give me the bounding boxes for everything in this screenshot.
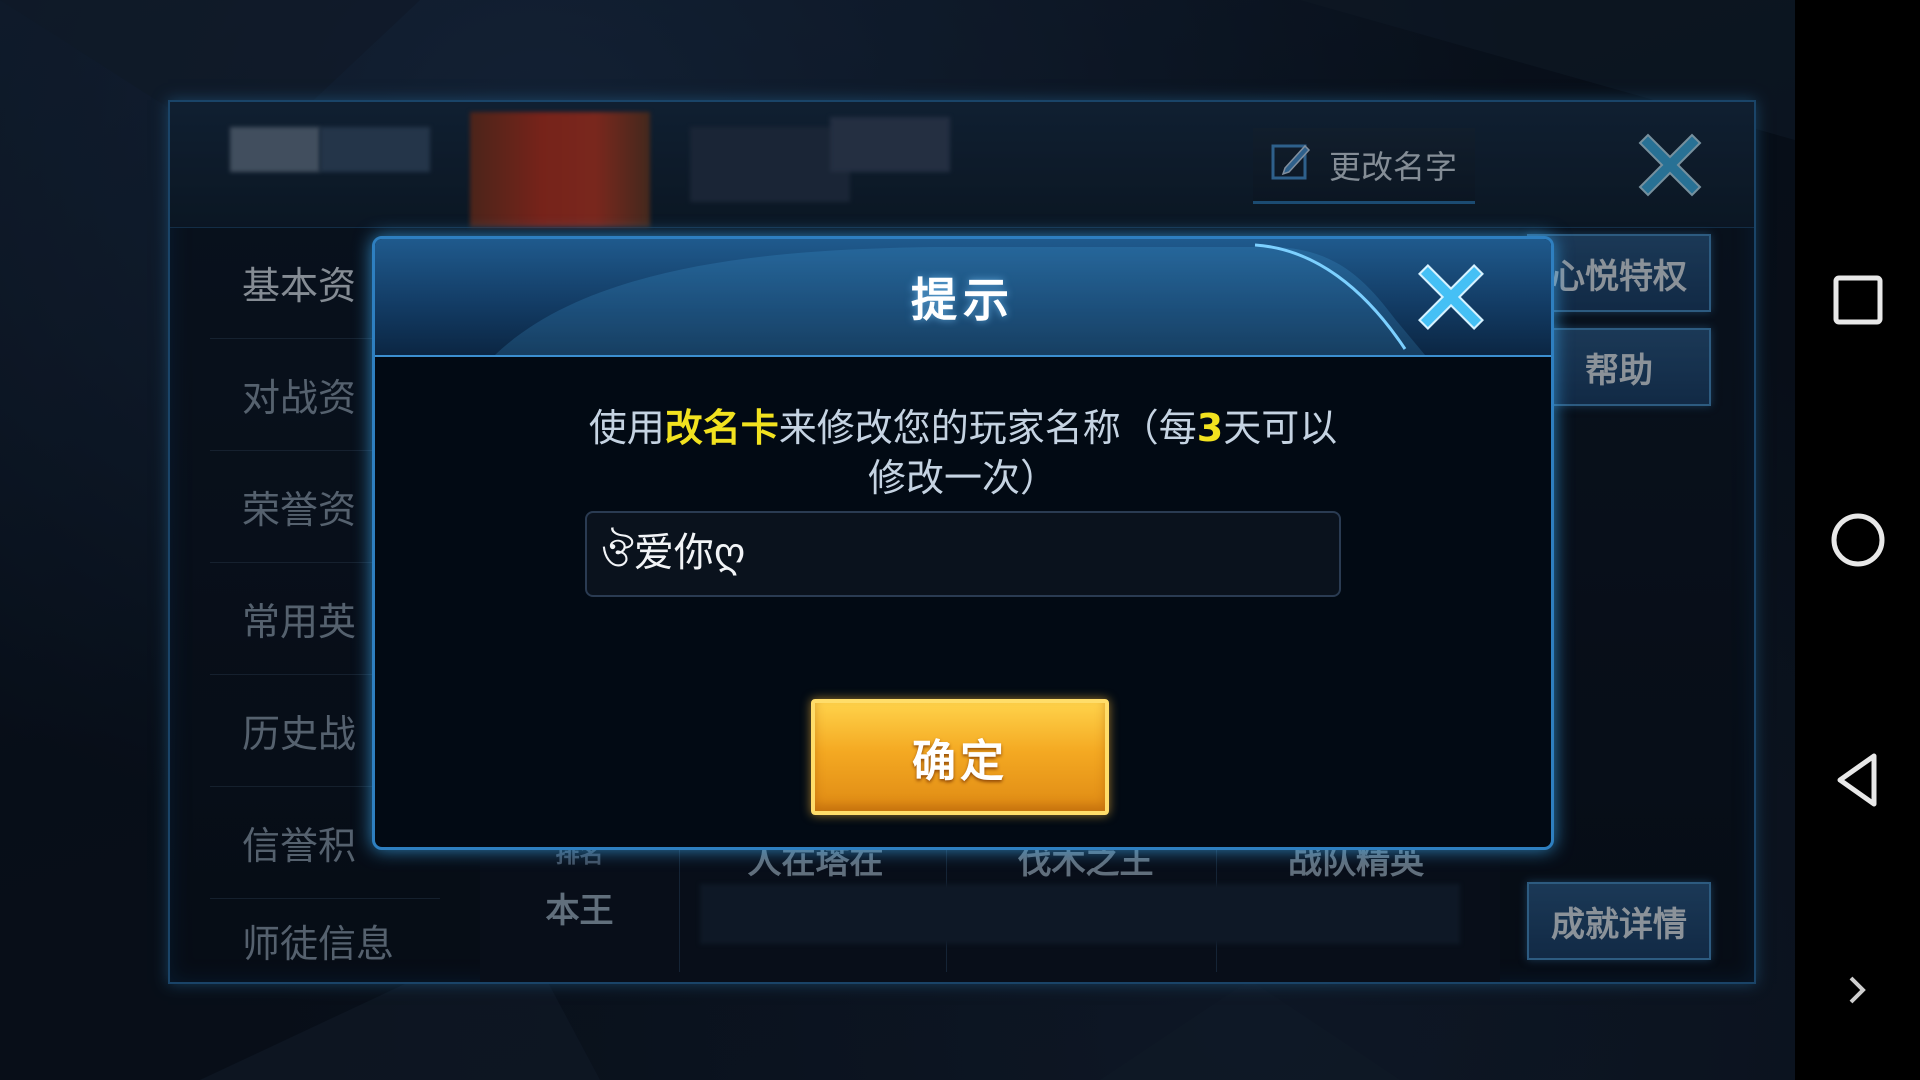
close-icon bbox=[1418, 264, 1484, 330]
confirm-label: 确定 bbox=[912, 736, 1008, 787]
rename-dialog: 提示 使用改名卡来修改您的玩家名称（每3天可以修改一次） ঔ爱你ღ 确定 bbox=[372, 236, 1554, 850]
dialog-close-button[interactable] bbox=[1405, 251, 1497, 343]
expand-nav-button[interactable] bbox=[1823, 955, 1893, 1025]
home-icon bbox=[1831, 513, 1885, 567]
expand-arrow-icon bbox=[1849, 976, 1866, 1004]
home-button[interactable] bbox=[1823, 505, 1893, 575]
message-highlight: 改名卡 bbox=[664, 406, 779, 450]
android-nav-bar bbox=[1795, 0, 1920, 1080]
dialog-message: 使用改名卡来修改您的玩家名称（每3天可以修改一次） bbox=[575, 403, 1351, 503]
back-button[interactable] bbox=[1823, 745, 1893, 815]
player-name-input[interactable]: ঔ爱你ღ bbox=[585, 511, 1341, 597]
message-number: 3 bbox=[1196, 406, 1224, 450]
confirm-button[interactable]: 确定 bbox=[811, 699, 1109, 815]
message-middle: 来修改您的玩家名称（每 bbox=[778, 406, 1197, 450]
message-prefix: 使用 bbox=[588, 406, 665, 450]
player-name-value: ঔ爱你ღ bbox=[601, 530, 746, 576]
recent-apps-button[interactable] bbox=[1823, 265, 1893, 335]
game-background: 更改名字 基本资 对战资 荣誉资 常用英 历史战 信誉积 师徒信息 心悦特权 帮… bbox=[0, 0, 1795, 1080]
back-icon bbox=[1837, 753, 1877, 807]
dialog-header: 提示 bbox=[375, 239, 1551, 357]
dialog-title: 提示 bbox=[911, 273, 1015, 327]
recent-apps-icon bbox=[1833, 275, 1883, 325]
